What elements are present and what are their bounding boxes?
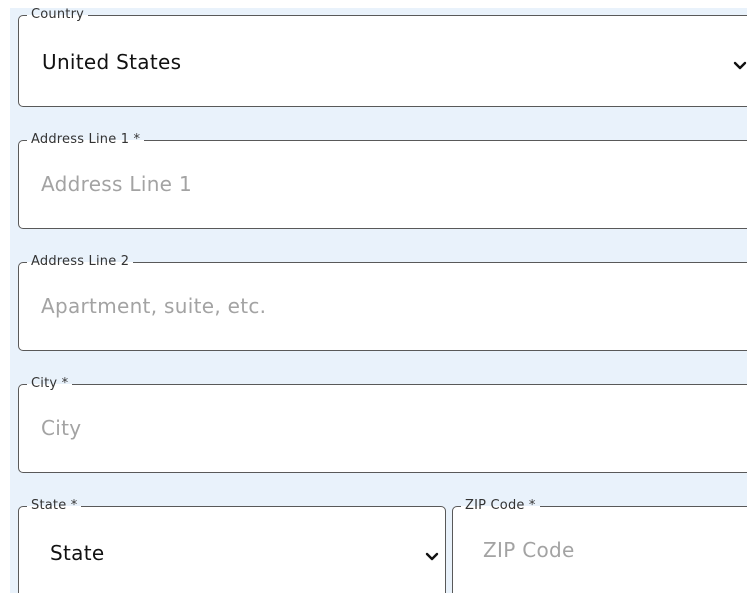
address-line-2-field[interactable]: Address Line 2 xyxy=(18,255,747,351)
address-line-1-label: Address Line 1 * xyxy=(31,132,141,147)
country-label: Country xyxy=(31,8,85,22)
chevron-down-icon xyxy=(733,61,747,70)
address-form: Country United States Address Line 1 * A… xyxy=(10,8,747,593)
state-label: State * xyxy=(31,498,78,513)
address-line-1-field[interactable]: Address Line 1 * xyxy=(18,133,747,229)
address-line-2-label: Address Line 2 xyxy=(31,254,130,269)
state-value: State xyxy=(50,541,105,565)
city-field[interactable]: City * xyxy=(18,377,747,473)
state-select[interactable]: State * State xyxy=(18,499,446,593)
country-select[interactable]: Country United States xyxy=(18,8,747,107)
address-line-2-input[interactable] xyxy=(41,291,561,321)
zip-code-field[interactable]: ZIP Code * xyxy=(452,499,747,593)
country-value: United States xyxy=(42,50,182,74)
address-line-1-input[interactable] xyxy=(41,169,561,199)
zip-code-label: ZIP Code * xyxy=(465,498,536,513)
zip-code-input[interactable] xyxy=(483,535,747,565)
city-input[interactable] xyxy=(41,413,561,443)
chevron-down-icon xyxy=(425,552,439,561)
city-label: City * xyxy=(31,376,69,391)
